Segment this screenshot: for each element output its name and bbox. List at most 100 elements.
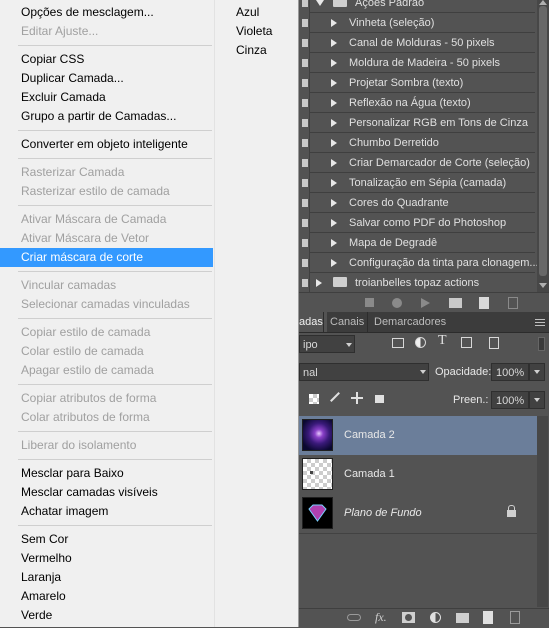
layer-row[interactable]: Plano de Fundo (299, 494, 537, 534)
layer-name[interactable]: Camada 2 (344, 416, 395, 455)
menu-item-color[interactable]: Azul (236, 3, 259, 22)
action-item[interactable]: Salvar como PDF do Photoshop (299, 213, 549, 233)
triangle-right-icon[interactable] (331, 139, 337, 147)
panel-menu-icon[interactable] (535, 319, 545, 320)
toggle-checkmark-icon[interactable] (302, 259, 308, 267)
play-icon[interactable] (421, 298, 430, 308)
toggle-checkmark-icon[interactable] (302, 39, 308, 47)
action-item[interactable]: Chumbo Derretido (299, 133, 549, 153)
toggle-checkmark-icon[interactable] (302, 99, 308, 107)
menu-item[interactable]: Verde (0, 606, 213, 625)
action-item[interactable]: Vinheta (seleção) (299, 13, 549, 33)
layers-scrollbar[interactable] (537, 416, 548, 607)
menu-item[interactable]: Mesclar camadas visíveis (0, 483, 213, 502)
menu-item[interactable]: Amarelo (0, 587, 213, 606)
menu-item[interactable]: Copiar CSS (0, 50, 213, 69)
fx-icon[interactable]: fx. (375, 610, 387, 625)
toggle-checkmark-icon[interactable] (302, 159, 308, 167)
menu-item[interactable]: Criar máscara de corte (0, 248, 213, 267)
triangle-down-icon[interactable] (316, 0, 324, 6)
action-set-row[interactable]: troianbelles topaz actions (299, 273, 549, 293)
menu-item[interactable]: Converter em objeto inteligente (0, 135, 213, 154)
action-item[interactable]: Reflexão na Água (texto) (299, 93, 549, 113)
mask-icon[interactable] (402, 612, 415, 623)
adjustment-filter-icon[interactable] (415, 337, 426, 348)
menu-item[interactable]: Duplicar Camada... (0, 69, 213, 88)
record-icon[interactable] (392, 298, 402, 308)
link-icon[interactable] (347, 614, 361, 621)
action-item[interactable]: Cores do Quadrante (299, 193, 549, 213)
menu-item[interactable]: Laranja (0, 568, 213, 587)
delete-icon[interactable] (508, 297, 518, 309)
triangle-right-icon[interactable] (331, 179, 337, 187)
toggle-checkmark-icon[interactable] (302, 219, 308, 227)
triangle-right-icon[interactable] (331, 99, 337, 107)
action-item[interactable]: Canal de Molduras - 50 pixels (299, 33, 549, 53)
layer-name[interactable]: Plano de Fundo (344, 494, 422, 533)
layer-row[interactable]: Camada 2 (299, 416, 537, 456)
menu-item[interactable]: Excluir Camada (0, 88, 213, 107)
triangle-right-icon[interactable] (331, 19, 337, 27)
delete-icon[interactable] (510, 611, 520, 624)
lock-position-icon[interactable] (351, 392, 363, 404)
triangle-right-icon[interactable] (331, 199, 337, 207)
triangle-right-icon[interactable] (331, 219, 337, 227)
pixel-filter-icon[interactable] (392, 338, 404, 348)
action-set-row[interactable]: Ações Padrão (299, 0, 549, 13)
menu-item-color[interactable]: Cinza (236, 41, 267, 60)
menu-item[interactable]: Achatar imagem (0, 502, 213, 521)
scroll-down-icon[interactable] (539, 283, 547, 288)
adjustment-icon[interactable] (430, 612, 441, 623)
text-filter-icon[interactable]: T (438, 333, 447, 349)
action-item[interactable]: Mapa de Degradê (299, 233, 549, 253)
action-item[interactable]: Tonalização em Sépia (camada) (299, 173, 549, 193)
new-action-icon[interactable] (479, 297, 489, 309)
menu-item[interactable]: Grupo a partir de Camadas... (0, 107, 213, 126)
toggle-checkmark-icon[interactable] (302, 179, 308, 187)
toggle-checkmark-icon[interactable] (302, 19, 308, 27)
triangle-right-icon[interactable] (331, 159, 337, 167)
action-item[interactable]: Configuração da tinta para clonagem... (299, 253, 549, 273)
toggle-checkmark-icon[interactable] (302, 79, 308, 87)
filter-toggle[interactable] (538, 337, 545, 351)
toggle-checkmark-icon[interactable] (302, 279, 308, 287)
lock-pixels-icon[interactable] (330, 392, 340, 402)
toggle-checkmark-icon[interactable] (302, 199, 308, 207)
blend-mode-select[interactable]: nal (299, 363, 429, 381)
action-item[interactable]: Moldura de Madeira - 50 pixels (299, 53, 549, 73)
triangle-right-icon[interactable] (331, 59, 337, 67)
triangle-right-icon[interactable] (331, 239, 337, 247)
triangle-right-icon[interactable] (331, 119, 337, 127)
new-layer-icon[interactable] (483, 611, 493, 624)
scroll-thumb[interactable] (539, 6, 547, 276)
toggle-checkmark-icon[interactable] (302, 59, 308, 67)
lock-transparent-icon[interactable] (309, 394, 319, 404)
action-item[interactable]: Criar Demarcador de Corte (seleção) (299, 153, 549, 173)
shape-filter-icon[interactable] (461, 337, 472, 348)
action-item[interactable]: Projetar Sombra (texto) (299, 73, 549, 93)
stop-icon[interactable] (365, 298, 374, 307)
triangle-right-icon[interactable] (316, 279, 322, 287)
tab-channels[interactable]: Canais (323, 312, 370, 332)
tab-paths[interactable]: Demarcadores (367, 312, 452, 332)
actions-scrollbar[interactable] (537, 0, 549, 292)
toggle-checkmark-icon[interactable] (302, 239, 308, 247)
layer-row[interactable]: Camada 1 (299, 455, 537, 495)
menu-item[interactable]: Opções de mesclagem... (0, 3, 213, 22)
menu-item[interactable]: Sem Cor (0, 530, 213, 549)
group-icon[interactable] (456, 613, 469, 623)
triangle-right-icon[interactable] (331, 79, 337, 87)
triangle-right-icon[interactable] (331, 39, 337, 47)
lock-all-icon[interactable] (375, 395, 384, 403)
menu-item[interactable]: Vermelho (0, 549, 213, 568)
layer-name[interactable]: Camada 1 (344, 455, 395, 494)
menu-item[interactable]: Mesclar para Baixo (0, 464, 213, 483)
toggle-checkmark-icon[interactable] (302, 0, 308, 7)
action-item[interactable]: Personalizar RGB em Tons de Cinza (299, 113, 549, 133)
triangle-right-icon[interactable] (331, 259, 337, 267)
scroll-up-icon[interactable] (539, 0, 547, 5)
new-set-icon[interactable] (449, 298, 462, 308)
fill-input[interactable]: 100% (491, 391, 529, 409)
smart-object-filter-icon[interactable] (489, 337, 499, 349)
toggle-checkmark-icon[interactable] (302, 139, 308, 147)
